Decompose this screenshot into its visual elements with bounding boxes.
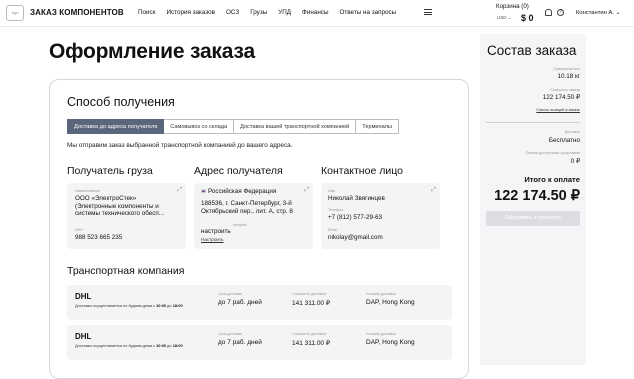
summary-title: Состав заказа [487, 43, 577, 58]
nav-finance[interactable]: Финансы [302, 9, 328, 16]
carrier-term: до 7 раб. дней [218, 299, 262, 306]
field-label: Стоимость доставки [292, 332, 326, 336]
field-label: Доставка [564, 130, 580, 134]
carrier-cost: 141 311.00 ₽ [292, 340, 330, 347]
tab-address-delivery[interactable]: Доставка до адреса получателя [67, 119, 165, 134]
field-label: Телефон [328, 208, 343, 212]
contact-name: Николай Звягинцев [328, 195, 385, 202]
carrier-name: DHL [75, 332, 92, 341]
tab-own-carrier[interactable]: Доставка вашей транспортной компанией [234, 119, 357, 134]
expand-icon[interactable]: ⤢ [304, 187, 309, 194]
delivery-tabs: Доставка до адреса получателя Самовывоз … [67, 119, 400, 134]
address-comment: настроить [201, 228, 231, 235]
contact-box: ⤢ Имя Николай Звягинцев Телефон +7 (812)… [321, 183, 440, 249]
address-country: Российская Федерация [201, 188, 276, 196]
carrier-option[interactable]: DHL Доставка осуществляется по будним дн… [67, 325, 452, 360]
address-box: ⤢ Российская Федерация 188536, г. Санкт-… [194, 183, 313, 249]
transport-title: Транспортная компания [67, 265, 185, 277]
field-label: Стоимость доставки [292, 292, 326, 296]
carrier-note: Доставка осуществляется по будним дням с… [75, 303, 183, 308]
tab-pickup[interactable]: Самовывоз со склада [164, 119, 235, 134]
order-summary: Состав заказа Суммарный вес 10.18 кг Сто… [480, 34, 586, 365]
recipient-box: ⤢ Наименование ООО «ЭлектроСтек» (Электр… [67, 183, 186, 249]
checkout-card: Способ получения Доставка до адреса полу… [49, 79, 469, 379]
bell-icon[interactable] [545, 9, 552, 16]
delivery-note: Мы отправим заказ выбранной транспортной… [67, 142, 293, 149]
field-label: Суммарный вес [553, 67, 580, 71]
field-label: Стоимость заказа [550, 88, 580, 92]
main-nav: Поиск История заказов ОСЗ Грузы УПД Фина… [138, 9, 407, 16]
field-label: Оплата доступными средствами [525, 151, 580, 155]
total-label: Итого к оплате [524, 175, 580, 184]
configure-link[interactable]: Настроить [201, 237, 223, 242]
nav-osz[interactable]: ОСЗ [226, 9, 239, 16]
address-title: Адрес получателя [194, 165, 283, 177]
field-label: Условия доставки [366, 292, 396, 296]
russia-flag-icon [201, 189, 206, 193]
carrier-option[interactable]: DHL Доставка осуществляется по будним дн… [67, 285, 452, 320]
menu-icon[interactable] [424, 9, 432, 15]
nav-answers[interactable]: Ответы на запросы [339, 9, 396, 16]
field-label: ИНН [75, 228, 83, 232]
delivery-cost: Бесплатно [548, 137, 580, 144]
field-label: Срок доставки [218, 292, 243, 296]
expand-icon[interactable]: ⤢ [177, 187, 182, 194]
nav-cargo[interactable]: Грузы [250, 9, 267, 16]
delivery-method-title: Способ получения [67, 95, 175, 109]
recipient-inn: 988 523 665 235 [75, 234, 123, 241]
field-label: Срок доставки [218, 332, 243, 336]
total-weight: 10.18 кг [557, 73, 580, 80]
carrier-term: до 7 раб. дней [218, 339, 262, 346]
tab-terminals[interactable]: Терминалы [356, 119, 400, 134]
cart-label[interactable]: Корзина (0) [496, 3, 529, 10]
contact-email: nikolay@gmail.com [328, 234, 383, 241]
recipient-name: ООО «ЭлектроСтек» (Электронные компонент… [75, 195, 165, 217]
user-menu[interactable]: Константин А. ⌄ [576, 10, 620, 16]
contact-title: Контактное лицо [321, 165, 403, 177]
nav-order-history[interactable]: История заказов [166, 9, 215, 16]
nav-search[interactable]: Поиск [138, 9, 155, 16]
field-label: Наименование [75, 189, 100, 193]
field-label: Имя [328, 189, 335, 193]
cart-sum: $ 0 [521, 13, 534, 23]
field-label: Условия доставки [366, 332, 396, 336]
currency-select[interactable]: USD ⌄ [497, 15, 512, 21]
brand-name[interactable]: ЗАКАЗ КОМПОНЕНТОВ [30, 8, 124, 17]
order-cost: 122 174.50 ₽ [542, 94, 580, 101]
nav-upd[interactable]: УПД [278, 9, 291, 16]
carrier-terms: DAP, Hong Kong [366, 339, 415, 346]
field-label: Email [328, 228, 337, 232]
address-text: 188536, г. Санкт-Петербург, 3-й Октябрьс… [201, 200, 293, 215]
logo[interactable]: logo [6, 5, 24, 21]
divider [486, 122, 580, 123]
recipient-title: Получатель груза [67, 165, 153, 177]
credit-amount: 0 ₽ [570, 158, 580, 165]
field-label: ...ентарий [230, 223, 247, 227]
top-bar: logo ЗАКАЗ КОМПОНЕНТОВ Поиск История зак… [0, 0, 634, 27]
total-amount: 122 174.50 ₽ [494, 188, 580, 204]
carrier-name: DHL [75, 292, 92, 301]
carrier-note: Доставка осуществляется по будним дням с… [75, 343, 183, 348]
pay-button[interactable]: Оформить и оплатить [486, 211, 580, 226]
page-title: Оформление заказа [49, 40, 255, 63]
help-icon[interactable]: ? [557, 9, 564, 16]
carrier-terms: DAP, Hong Kong [366, 299, 415, 306]
products-list-link[interactable]: Список позиций в заказе [536, 108, 580, 112]
carrier-cost: 141 311.00 ₽ [292, 300, 330, 307]
contact-phone: +7 (812) 577-29-63 [328, 214, 383, 221]
expand-icon[interactable]: ⤢ [431, 187, 436, 194]
